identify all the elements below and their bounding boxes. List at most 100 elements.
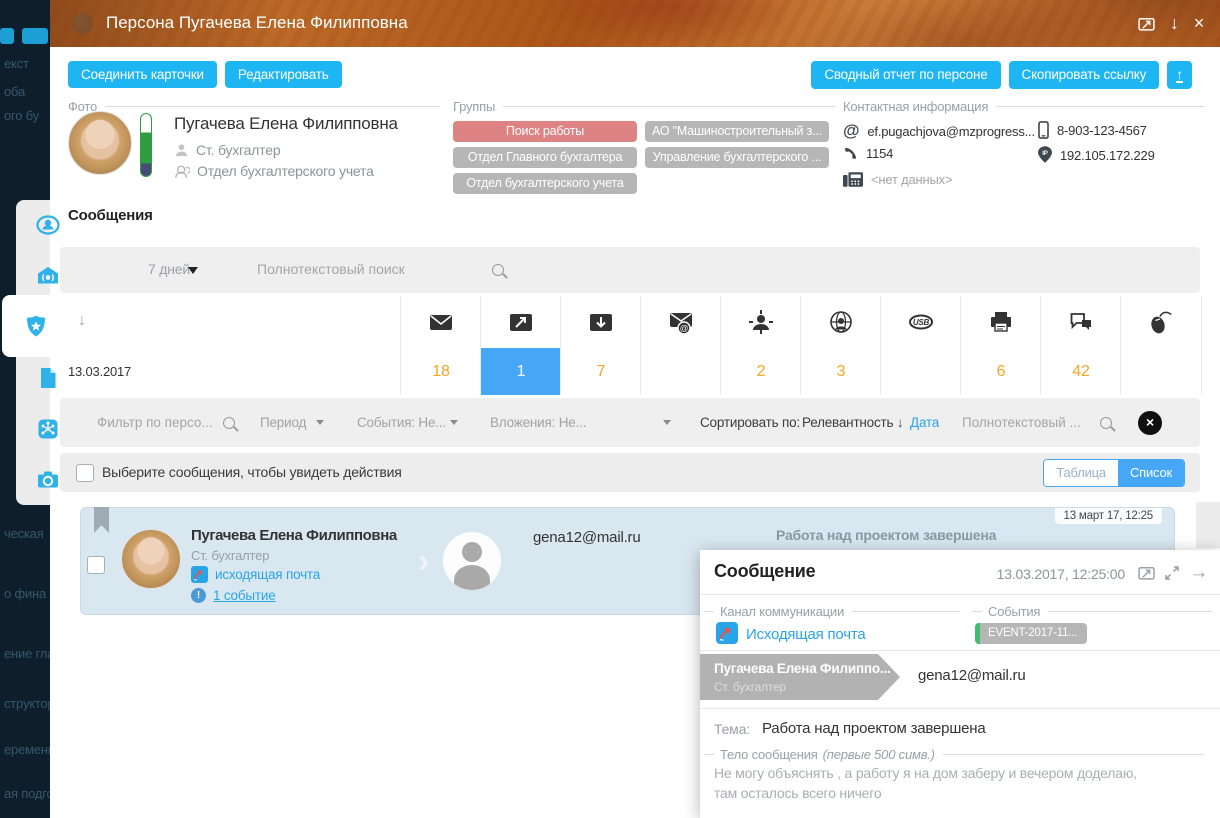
channel-count[interactable]: 2 xyxy=(721,348,801,395)
period-filter[interactable]: Период xyxy=(260,398,306,447)
view-table-button[interactable]: Таблица xyxy=(1044,460,1118,486)
events-link[interactable]: 1 событие xyxy=(213,588,276,603)
selection-hint-bar: Выберите сообщения, чтобы увидеть действ… xyxy=(60,453,1200,492)
web-person-icon xyxy=(830,311,852,333)
message-checkbox[interactable] xyxy=(87,556,105,574)
channel-col-printer[interactable]: 6 xyxy=(960,296,1041,395)
mail-icon xyxy=(430,315,452,330)
ip-pin-icon: IP xyxy=(1038,146,1052,163)
phone-icon xyxy=(845,147,856,159)
body-legend: Тело сообщения (первые 500 симв.) xyxy=(704,747,1204,762)
outgoing-mail-icon xyxy=(510,314,532,331)
bookmark-icon[interactable] xyxy=(94,507,109,533)
channel-col-device[interactable] xyxy=(1120,296,1202,395)
search-icon[interactable] xyxy=(223,416,235,429)
sender-name: Пугачева Елена Филипповна xyxy=(191,527,397,544)
channel-count[interactable]: 42 xyxy=(1041,348,1121,395)
sort-direction-icon[interactable]: ↓ xyxy=(78,312,86,330)
usb-icon: USB xyxy=(909,314,933,330)
camera-icon xyxy=(38,471,58,488)
sort-date-option[interactable]: Дата xyxy=(910,398,939,447)
channel-link[interactable]: Исходящая почта xyxy=(746,626,866,643)
detail-title: Сообщение xyxy=(714,561,816,581)
tab-connections[interactable] xyxy=(16,404,66,454)
channel-col-outgoing-mail[interactable]: 1 xyxy=(480,296,561,395)
fax-icon xyxy=(843,172,863,187)
view-list-button[interactable]: Список xyxy=(1117,460,1184,486)
channel-col-webmail[interactable]: @ xyxy=(640,296,721,395)
group-tag[interactable]: Поиск работы xyxy=(453,121,637,142)
scrollbar-track[interactable] xyxy=(1196,502,1220,548)
channel-count[interactable] xyxy=(641,348,721,395)
phone-row: 1154 xyxy=(843,146,893,161)
select-all-checkbox[interactable] xyxy=(76,464,94,482)
person-filter-input[interactable] xyxy=(95,414,217,431)
person-position: Ст. бухгалтер xyxy=(196,142,281,158)
fulltext-search-input[interactable] xyxy=(255,260,489,278)
fulltext-filter-input[interactable] xyxy=(960,414,1082,431)
events-filter[interactable]: События: Не... xyxy=(357,398,446,447)
popout-icon[interactable] xyxy=(1138,564,1155,581)
window-title: Персона Пугачева Елена Филипповна xyxy=(106,13,408,32)
incoming-mail-icon xyxy=(590,314,612,331)
background-button-fragment xyxy=(0,28,14,44)
expand-icon[interactable] xyxy=(1164,565,1180,581)
channel-count[interactable]: 18 xyxy=(401,348,481,395)
search-icon[interactable] xyxy=(1100,416,1112,429)
background-text-fragment: ение гла xyxy=(4,646,55,661)
close-icon[interactable]: × xyxy=(1194,13,1205,33)
channel-col-web-person[interactable]: 3 xyxy=(800,296,881,395)
tab-snapshots[interactable] xyxy=(16,455,66,505)
group-tag[interactable]: Отдел бухгалтерского учета xyxy=(453,173,637,194)
background-text-fragment: еременн xyxy=(4,742,55,757)
export-button[interactable]: ↑ xyxy=(1167,61,1192,89)
detail-sender-name: Пугачева Елена Филиппо... xyxy=(714,661,891,676)
chevron-down-icon[interactable] xyxy=(316,420,324,425)
channel-col-usb[interactable]: USB xyxy=(880,296,961,395)
printer-icon xyxy=(991,312,1011,332)
group-tag[interactable]: Отдел Главного бухгалтера xyxy=(453,147,637,168)
copy-link-button[interactable]: Скопировать ссылку xyxy=(1008,61,1160,89)
message-subject: Работа над проектом завершена xyxy=(776,527,997,543)
clear-filters-icon[interactable]: × xyxy=(1138,410,1162,435)
attachments-filter[interactable]: Вложения: Не... xyxy=(490,398,586,447)
outgoing-mail-channel-icon xyxy=(191,566,208,583)
period-select[interactable]: 7 дней xyxy=(148,261,190,277)
group-tag[interactable]: АО "Машиностроительный з... xyxy=(645,121,829,142)
chevron-down-icon[interactable] xyxy=(450,420,458,425)
channel-count[interactable]: 7 xyxy=(561,348,641,395)
channel-col-incoming-mail[interactable]: 7 xyxy=(560,296,641,395)
minimize-down-icon[interactable]: ↓ xyxy=(1170,13,1179,33)
tab-person[interactable] xyxy=(16,200,66,250)
channel-col-chat[interactable]: 42 xyxy=(1040,296,1121,395)
background-text-fragment: оба xyxy=(4,84,26,99)
email-row: @ ef.pugachjova@mzprogress... xyxy=(843,121,1035,141)
chevron-down-icon[interactable] xyxy=(188,267,198,274)
channel-count-selected[interactable]: 1 xyxy=(481,348,561,395)
tab-documents[interactable] xyxy=(16,353,66,403)
tab-security-selected[interactable] xyxy=(2,295,66,357)
edit-button[interactable]: Редактировать xyxy=(224,61,342,88)
photo-section: Фото Пугачева Елена Филипповна Ст. бухга… xyxy=(68,99,440,179)
svg-text:USB: USB xyxy=(913,318,930,327)
chevron-down-icon[interactable] xyxy=(663,420,671,425)
channel-count[interactable] xyxy=(1121,348,1201,395)
channel-link[interactable]: исходящая почта xyxy=(215,567,320,582)
channel-count[interactable] xyxy=(881,348,961,395)
forward-arrow-icon[interactable]: → xyxy=(1189,563,1208,582)
channel-count[interactable]: 3 xyxy=(801,348,881,395)
channel-col-im-contact[interactable]: 2 xyxy=(720,296,801,395)
popout-icon[interactable] xyxy=(1138,15,1155,32)
detail-recipient: gena12@mail.ru xyxy=(918,667,1026,684)
sort-relevance-option[interactable]: Релевантность ↓ xyxy=(802,398,904,447)
merge-cards-button[interactable]: Соединить карточки xyxy=(68,61,217,88)
person-report-button[interactable]: Сводный отчет по персоне xyxy=(811,61,1001,89)
ip-value: 192.105.172.229 xyxy=(1060,147,1155,163)
tab-alerts[interactable] xyxy=(16,251,66,301)
group-tag[interactable]: Управление бухгалтерского ... xyxy=(645,147,829,168)
channel-count[interactable]: 6 xyxy=(961,348,1041,395)
search-icon[interactable] xyxy=(492,264,504,276)
event-tag[interactable]: EVENT-2017-11... xyxy=(975,623,1088,644)
channel-col-mail[interactable]: 18 xyxy=(400,296,481,395)
network-icon xyxy=(38,419,58,439)
